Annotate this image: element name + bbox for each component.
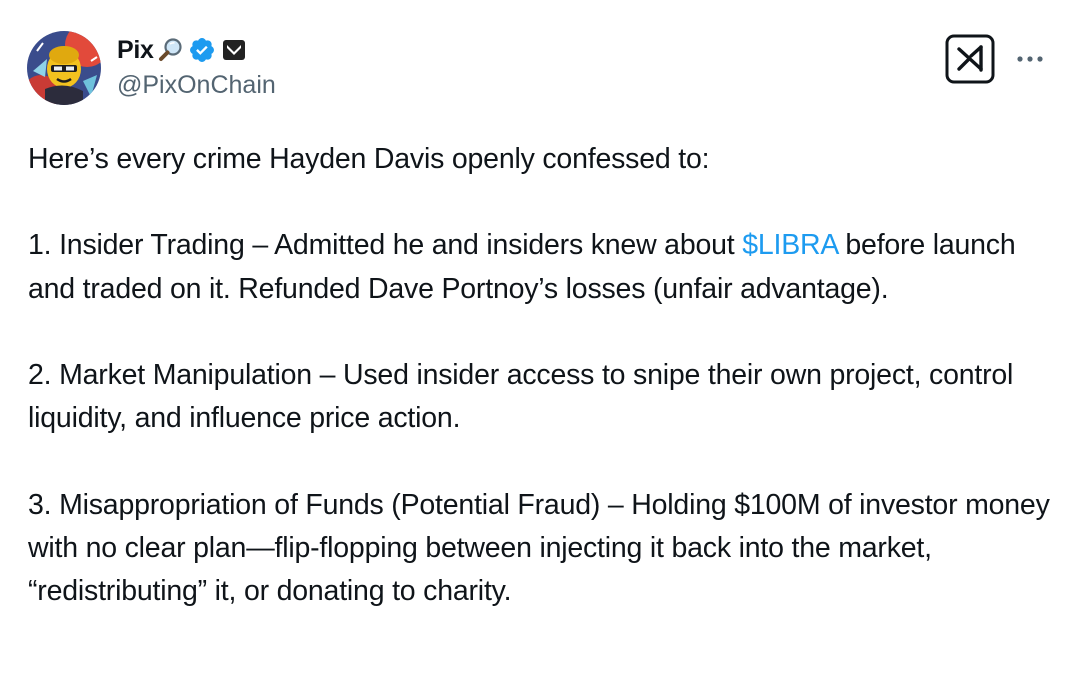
verified-badge-icon[interactable]	[188, 36, 216, 64]
cashtag-link[interactable]: $LIBRA	[742, 229, 838, 261]
item-1-text-before: 1. Insider Trading – Admitted he and ins…	[28, 229, 743, 262]
tweet-card: Pix @PixOnChain Here’s every crime Hayde…	[0, 0, 1074, 684]
tweet-item-2: 2. Market Manipulation – Used insider ac…	[28, 358, 1014, 435]
author-name-row: Pix	[117, 32, 248, 68]
author-display-name[interactable]: Pix	[117, 36, 154, 65]
more-icon	[1017, 56, 1043, 62]
more-options-button[interactable]	[1012, 42, 1048, 76]
author-handle[interactable]: @PixOnChain	[117, 71, 276, 100]
tweet-item-1: 1. Insider Trading – Admitted he and ins…	[28, 224, 1058, 310]
affiliate-badge-icon[interactable]	[220, 36, 248, 64]
avatar-image	[27, 31, 101, 105]
tweet-intro: Here’s every crime Hayden Davis openly c…	[28, 143, 710, 175]
tweet-item-3: 3. Misappropriation of Funds (Potential …	[28, 488, 1050, 607]
tweet-text: Here’s every crime Hayden Davis openly c…	[28, 138, 1058, 613]
magnifying-glass-icon	[158, 37, 184, 63]
grok-button[interactable]	[945, 34, 995, 84]
grok-icon	[945, 34, 995, 84]
author-avatar[interactable]	[27, 31, 101, 105]
